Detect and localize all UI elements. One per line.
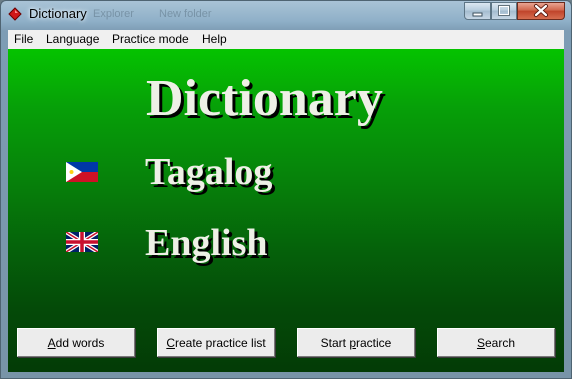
language-label-tagalog[interactable]: Tagalog bbox=[145, 150, 272, 194]
button-label: earch bbox=[484, 335, 516, 350]
create-practice-list-button[interactable]: Create practice list bbox=[157, 328, 275, 357]
button-label: dd words bbox=[55, 335, 105, 350]
add-words-button[interactable]: Add words bbox=[17, 328, 135, 357]
app-heading: Dictionary bbox=[146, 70, 383, 127]
uk-flag-icon[interactable] bbox=[66, 232, 98, 252]
philippines-flag-icon[interactable] bbox=[66, 162, 98, 182]
start-practice-button[interactable]: Start p ractice bbox=[297, 328, 415, 357]
minimize-button[interactable] bbox=[464, 2, 491, 20]
title-bar[interactable]: Dictionary Explorer New folder bbox=[1, 1, 571, 30]
button-label: Start bbox=[320, 335, 350, 350]
menu-bar: File Language Practice mode Help bbox=[8, 30, 564, 50]
button-label: reate practice list bbox=[174, 335, 266, 350]
main-panel: Dictionary Tagalog English Add words Cre… bbox=[8, 49, 564, 372]
close-button[interactable] bbox=[517, 2, 565, 20]
dictionary-window: Dictionary Explorer New folder File Lang… bbox=[0, 0, 572, 379]
mnemonic-letter: C bbox=[166, 335, 175, 350]
mnemonic-letter: p bbox=[349, 335, 357, 350]
button-label: ractice bbox=[356, 335, 392, 350]
mnemonic-letter: A bbox=[47, 335, 56, 350]
close-icon bbox=[534, 4, 548, 17]
maximize-icon bbox=[498, 5, 510, 16]
menu-language[interactable]: Language bbox=[46, 32, 99, 46]
window-title: Dictionary bbox=[29, 6, 87, 21]
search-button[interactable]: Search bbox=[437, 328, 555, 357]
minimize-icon bbox=[472, 12, 483, 17]
background-ghost-text: New folder bbox=[159, 8, 212, 20]
language-label-english[interactable]: English bbox=[145, 221, 268, 265]
app-icon[interactable] bbox=[8, 7, 22, 21]
maximize-button[interactable] bbox=[491, 2, 517, 20]
mnemonic-letter: S bbox=[476, 335, 485, 350]
menu-file[interactable]: File bbox=[14, 32, 33, 46]
background-ghost-text: Explorer bbox=[93, 8, 134, 20]
window-bottom-border[interactable] bbox=[1, 372, 571, 378]
menu-practice-mode[interactable]: Practice mode bbox=[112, 32, 189, 46]
menu-help[interactable]: Help bbox=[202, 32, 227, 46]
